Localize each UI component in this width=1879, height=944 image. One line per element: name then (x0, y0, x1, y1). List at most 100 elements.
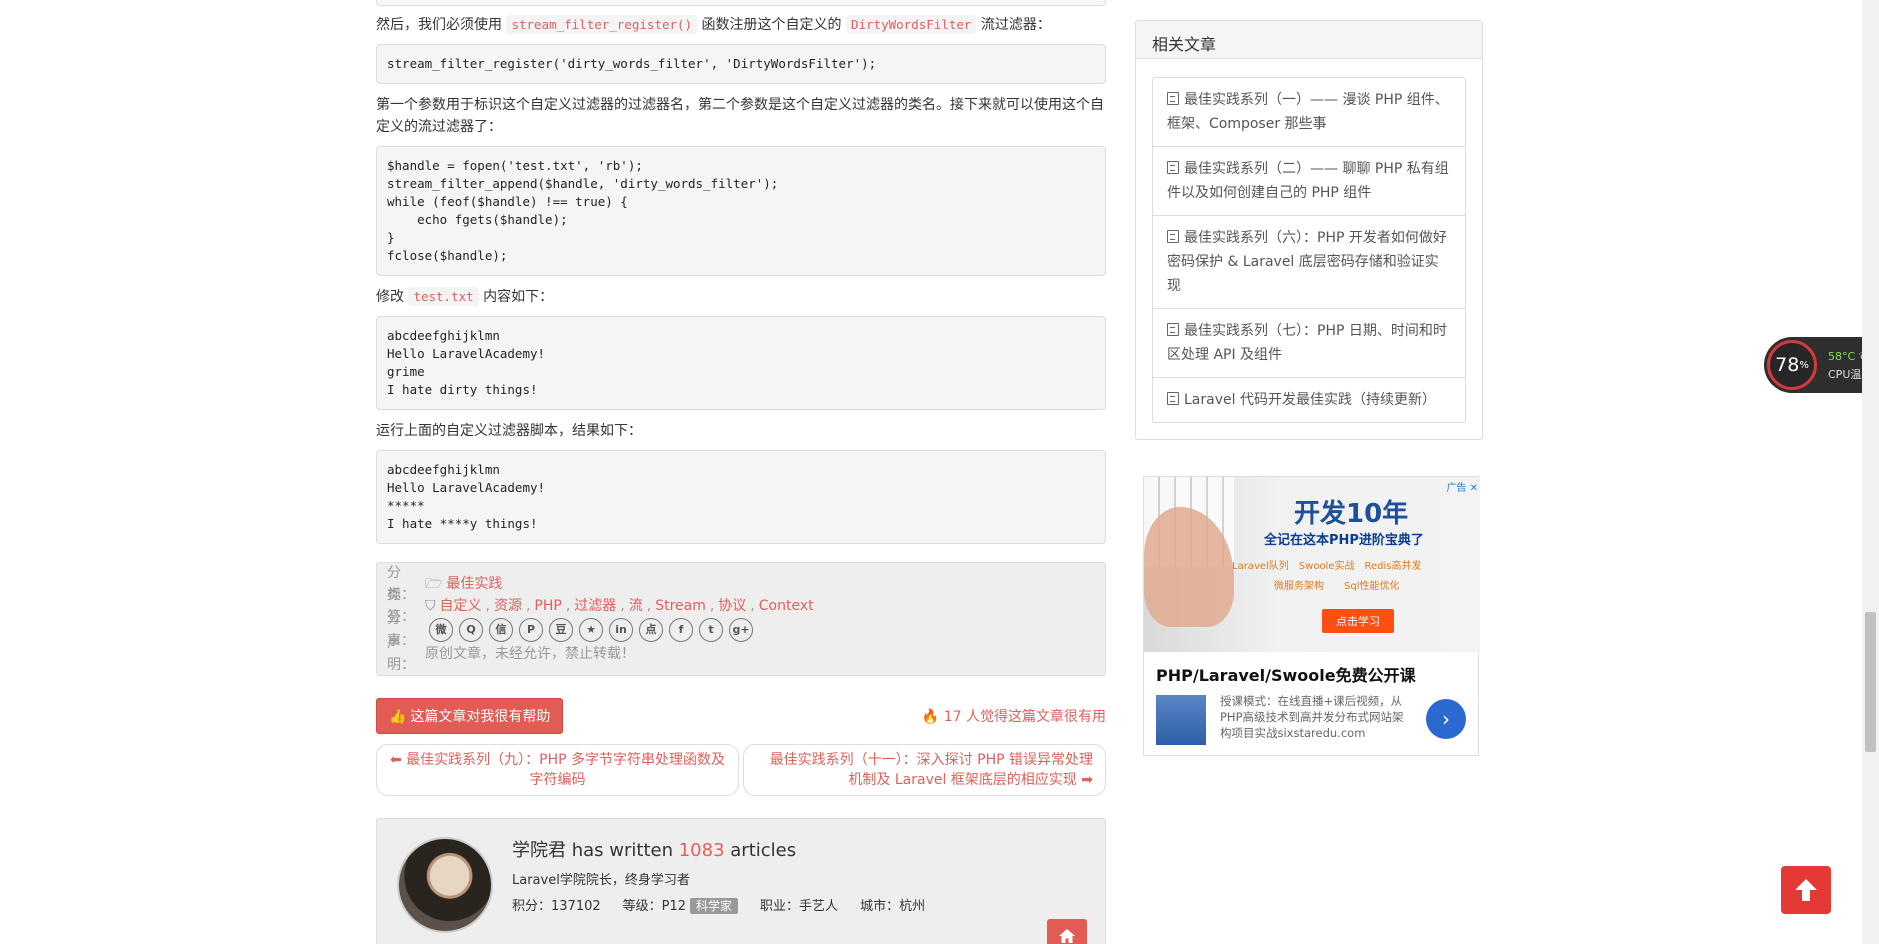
ad-tag: Sql性能优化 (1344, 581, 1400, 592)
related-title: 相关文章 (1136, 21, 1482, 59)
article-pager: ⬅ 最佳实践系列（九）：PHP 多字节字符串处理函数及字符编码 最佳实践系列（十… (376, 744, 1106, 796)
tag-link[interactable]: 过滤器 (574, 598, 616, 614)
notice-text: 原创文章，未经允许，禁止转载！ (425, 646, 635, 662)
scrollbar-thumb[interactable] (1865, 612, 1876, 752)
douban-icon[interactable]: 豆 (549, 618, 573, 642)
related-article-item[interactable]: 最佳实践系列（六）：PHP 开发者如何做好密码保护 & Laravel 底层密码… (1153, 216, 1465, 309)
paragraph-register: 然后，我们必须使用 stream_filter_register() 函数注册这… (376, 15, 1051, 34)
thumbs-up-icon: 👍 (389, 708, 407, 724)
ad-go-button[interactable]: › (1426, 699, 1466, 739)
twitter-icon[interactable]: t (699, 618, 723, 642)
home-icon (1059, 929, 1075, 943)
author-city: 城市：杭州 (860, 899, 926, 914)
next-article-link[interactable]: 最佳实践系列（十一）：深入探讨 PHP 错误异常处理机制及 Laravel 框架… (743, 744, 1106, 796)
related-list: 最佳实践系列（一）—— 漫谈 PHP 组件、框架、Composer 那些事 最佳实… (1152, 77, 1466, 423)
tag-link[interactable]: 资源 (494, 598, 522, 614)
ad-tag: Laravel队列 (1232, 561, 1289, 572)
tags-row: 标签： ⛉ 自定义, 资源, PHP, 过滤器, 流, Stream, 协议, Context (387, 587, 814, 625)
ad-cta-button[interactable]: 点击学习 (1322, 609, 1394, 633)
author-heading: 学院君 has written 1083 articles (512, 840, 797, 861)
tag-link[interactable]: PHP (534, 598, 561, 614)
helpful-row: 👍 这篇文章对我很有帮助 🔥 17 人觉得这篇文章很有用 (376, 698, 1106, 734)
document-icon (1167, 161, 1179, 174)
chevron-right-icon: › (1442, 707, 1450, 731)
notice-row: 声明： 原创文章，未经允许，禁止转载！ (387, 635, 635, 673)
article-meta: 分类： 🗁 最佳实践 标签： ⛉ 自定义, 资源, PHP, 过滤器, 流, Stream… (376, 562, 1106, 676)
inline-code-function: stream_filter_register() (506, 15, 698, 34)
arrow-up-icon (1795, 879, 1817, 901)
tag-link[interactable]: 自定义 (440, 598, 482, 614)
tag-link[interactable]: 协议 (718, 598, 746, 614)
code-block-file-content: abcdeefghijklmn Hello LaravelAcademy! gr… (376, 316, 1106, 410)
helpful-button[interactable]: 👍 这篇文章对我很有帮助 (376, 698, 564, 734)
author-job: 职业：手艺人 (760, 899, 839, 914)
sidebar: 相关文章 最佳实践系列（一）—— 漫谈 PHP 组件、框架、Composer 那… (1135, 20, 1483, 756)
ad-thumbnail (1156, 695, 1206, 745)
paragraph-explanation: 第一个参数用于标识这个自定义过滤器的过滤器名，第二个参数是这个自定义过滤器的类名… (376, 97, 1104, 135)
document-icon (1167, 230, 1179, 243)
ad-tag: Swoole实战 (1298, 561, 1355, 572)
ad-tags: Laravel队列 Swoole实战 Redis高并发 (1232, 557, 1422, 572)
tag-link[interactable]: Stream (655, 598, 706, 614)
category-row: 分类： 🗁 最佳实践 (387, 565, 503, 603)
article-count: 1083 (678, 840, 725, 861)
linkedin-icon[interactable]: in (609, 618, 633, 642)
arrow-left-icon: ⬅ (389, 752, 402, 768)
ad-subtitle: 全记在这本PHP进阶宝典了 (1264, 533, 1424, 548)
author-name[interactable]: 学院君 (512, 840, 566, 861)
tags-list: 自定义, 资源, PHP, 过滤器, 流, Stream, 协议, Context (439, 598, 814, 614)
author-level: 等级：P12 科学家 (623, 895, 739, 914)
arrow-right-icon: ➡ (1081, 772, 1093, 788)
diandian-icon[interactable]: 点 (639, 618, 663, 642)
tags-icon: ⛉ (425, 598, 436, 614)
ad-banner[interactable]: 开发10年 全记在这本PHP进阶宝典了 Laravel队列 Swoole实战 Red… (1143, 476, 1480, 756)
level-badge: 科学家 (690, 898, 739, 914)
related-articles: 相关文章 最佳实践系列（一）—— 漫谈 PHP 组件、框架、Composer 那… (1135, 20, 1483, 440)
pinterest-icon[interactable]: P (519, 618, 543, 642)
document-icon (1167, 92, 1179, 105)
article-content: 然后，我们必须使用 stream_filter_register() 函数注册这… (376, 0, 1106, 944)
tag-link[interactable]: 流 (629, 598, 643, 614)
scrollbar-track[interactable] (1862, 0, 1879, 944)
googleplus-icon[interactable]: g+ (729, 618, 753, 642)
share-icons: 微 Q 信 P 豆 ★ in 点 f t g+ (429, 618, 753, 642)
document-icon (1167, 392, 1179, 405)
author-card: 学院君 has written 1083 articles Laravel学院院… (376, 818, 1106, 944)
qzone-icon[interactable]: ★ (579, 618, 603, 642)
inline-code-file: test.txt (408, 287, 479, 306)
avatar[interactable] (397, 837, 493, 933)
qq-icon[interactable]: Q (459, 618, 483, 642)
related-article-item[interactable]: 最佳实践系列（七）：PHP 日期、时间和时区处理 API 及组件 (1153, 309, 1465, 378)
weibo-icon[interactable]: 微 (429, 618, 453, 642)
related-article-item[interactable]: Laravel 代码开发最佳实践（持续更新） (1153, 378, 1465, 422)
prev-article-link[interactable]: ⬅ 最佳实践系列（九）：PHP 多字节字符串处理函数及字符编码 (376, 744, 739, 796)
facebook-icon[interactable]: f (669, 618, 693, 642)
wechat-icon[interactable]: 信 (489, 618, 513, 642)
ad-headline[interactable]: PHP/Laravel/Swoole免费公开课 (1156, 662, 1416, 686)
inline-code-class: DirtyWordsFilter (845, 15, 977, 34)
fire-icon: 🔥 (921, 709, 940, 725)
back-to-top-button[interactable] (1781, 866, 1831, 914)
code-block-usage: $handle = fopen('test.txt', 'rb'); strea… (376, 146, 1106, 276)
ad-tag: 微服务架构 (1274, 581, 1324, 592)
author-points: 积分：137102 (512, 899, 601, 914)
ad-close-mark[interactable]: 广告 ✕ (1446, 479, 1478, 494)
category-link[interactable]: 最佳实践 (446, 573, 502, 595)
code-block-result: abcdeefghijklmn Hello LaravelAcademy! **… (376, 450, 1106, 544)
ad-title: 开发10年 (1294, 499, 1409, 529)
related-article-item[interactable]: 最佳实践系列（二）—— 聊聊 PHP 私有组件以及如何创建自己的 PHP 组件 (1153, 147, 1465, 216)
previous-block-edge (376, 0, 1106, 6)
tag-link[interactable]: Context (759, 598, 814, 614)
folder-icon: 🗁 (425, 576, 443, 592)
share-row: 分享： 微 Q 信 P 豆 ★ in 点 f t g+ (387, 611, 1095, 649)
code-block-register: stream_filter_register('dirty_words_filt… (376, 44, 1106, 84)
ad-tags-secondary: 微服务架构 Sql性能优化 (1274, 577, 1399, 592)
document-icon (1167, 323, 1179, 336)
author-bio: Laravel学院院长，终身学习者 (512, 873, 690, 888)
related-article-item[interactable]: 最佳实践系列（一）—— 漫谈 PHP 组件、框架、Composer 那些事 (1153, 78, 1465, 147)
author-home-button[interactable] (1047, 919, 1087, 944)
ad-description: 授课模式：在线直播+课后视频，从PHP高级技术到高并发分布式网站架构项目实战si… (1220, 694, 1404, 740)
paragraph-result: 运行上面的自定义过滤器脚本，结果如下： (376, 423, 642, 439)
ad-tag: Redis高并发 (1364, 561, 1422, 572)
ad-image[interactable]: 开发10年 全记在这本PHP进阶宝典了 Laravel队列 Swoole实战 Red… (1144, 477, 1480, 652)
